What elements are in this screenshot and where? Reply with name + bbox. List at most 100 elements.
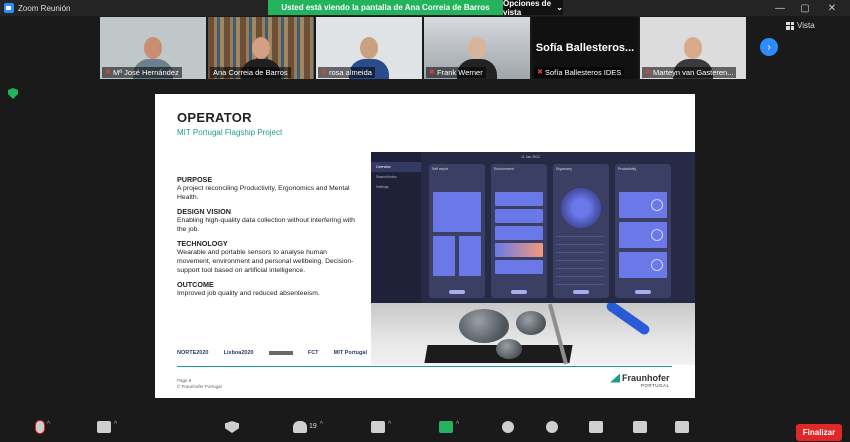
start-video-button[interactable]: ^ [90,417,124,442]
fraunhofer-name: Fraunhofer [622,373,670,383]
dashboard-column-environment: Environment [491,164,547,298]
slide-footer: Page 8 © Fraunhofer Portugal [177,378,222,390]
microphone-muted-icon [35,421,44,433]
whiteboard-icon [633,421,647,433]
chevron-up-icon[interactable]: ^ [114,421,117,428]
mic-muted-icon: ✖ [645,69,651,76]
slide-sections: PURPOSE A project reconciling Productivi… [177,170,362,298]
logo-mit-portugal: MIT Portugal [333,350,367,356]
chevron-up-icon[interactable]: ^ [456,421,459,428]
unmute-button[interactable]: ^ [26,417,60,442]
participant-tile[interactable]: ✖ rosa almeida [316,17,422,79]
section-body: Wearable and portable sensors to analyse… [177,249,354,274]
participant-tile[interactable]: ✖ Marteyn van Gasteren... [640,17,746,79]
dashboard-date: 11 Jan 2021 [521,155,541,159]
participant-name: Mª José Hernández [113,68,179,77]
section-heading: TECHNOLOGY [177,239,228,248]
screen-share-banner: Usted está viendo la pantalla de Ana Cor… [268,0,503,15]
section-body: A project reconciling Productivity, Ergo… [177,185,350,201]
apps-button[interactable] [586,417,606,442]
dashboard-screenshot: Overview Search/Index Settings 11 Jan 20… [371,152,695,303]
copyright: © Fraunhofer Portugal [177,384,222,389]
record-button[interactable] [498,417,518,442]
video-camera-icon [96,421,111,433]
chevron-right-icon[interactable]: › [760,38,778,56]
mic-muted-icon: ✖ [537,69,543,76]
dashboard-column-title: Self report [432,167,449,171]
dashboard-nav-item: Search/Index [376,175,397,179]
slide-title: OPERATOR [177,110,252,125]
reactions-icon [546,421,558,433]
section-heading: OUTCOME [177,280,214,289]
chevron-down-icon: ⌄ [556,3,563,12]
end-meeting-button[interactable]: Finalizar [796,424,842,441]
share-screen-icon [438,421,453,433]
chat-button[interactable]: ^ [364,417,398,442]
fraunhofer-mark-icon [610,373,620,383]
dashboard-nav-item: Overview [371,162,421,172]
window-title: Zoom Reunión [18,3,71,13]
participant-nameplate: ✖ Marteyn van Gasteren... [642,67,737,78]
dashboard-column-self-report: Self report [429,164,485,298]
grid-icon [786,21,794,30]
slide-subtitle: MIT Portugal Flagship Project [177,128,283,137]
view-options-label: Opciones de vista [503,0,552,17]
section-body: Enabling high-quality data collection wi… [177,217,355,233]
participant-tile[interactable]: ✖ Frank Werner [424,17,530,79]
dashboard-column-title: Ergonomy [556,167,572,171]
whiteboard-button[interactable] [630,417,650,442]
fraunhofer-country: PORTUGAL [640,383,670,388]
mic-muted-icon: ✖ [429,69,435,76]
participant-nameplate: ✖ Frank Werner [426,67,486,78]
participant-tile[interactable]: Sofía Ballesteros... ✖ Sofía Ballesteros… [532,17,638,79]
chevron-up-icon[interactable]: ^ [388,421,391,428]
participants-button[interactable]: 19 ^ [288,417,328,442]
participant-name: Marteyn van Gasteren... [653,68,734,77]
shared-screen-slide: OPERATOR MIT Portugal Flagship Project P… [155,94,695,398]
view-options-button[interactable]: Opciones de vista ⌄ [503,0,563,17]
sensor-devices-photo [371,303,695,365]
chevron-up-icon[interactable]: ^ [47,421,50,428]
participant-gallery: ✖ Mª José Hernández Ana Correia de Barro… [100,17,746,79]
view-button-label: Vista [797,21,815,30]
more-icon [675,421,689,433]
participant-nameplate: ✖ Mª José Hernández [102,67,182,78]
view-button[interactable]: Vista [786,21,815,30]
section-body: Improved job quality and reduced absente… [177,290,320,297]
participant-nameplate: Ana Correia de Barros [210,67,291,78]
meeting-toolbar: ^ ^ 19 ^ ^ ^ [0,417,850,442]
minimize-button[interactable]: — [768,0,792,16]
dashboard-column-productivity: Productivity [615,164,671,298]
slide-divider [177,366,672,367]
dashboard-nav-item: Settings [376,185,389,189]
record-icon [502,421,514,433]
close-button[interactable]: ✕ [820,0,844,16]
participant-name: rosa almeida [329,68,372,77]
security-icon [225,421,239,433]
section-heading: DESIGN VISION [177,207,231,216]
participant-nameplate: ✖ Sofía Ballesteros IDES [534,67,625,78]
section-heading: PURPOSE [177,175,213,184]
funding-logos: NORTE2020 Lisboa2020 FCT MIT Portugal [177,350,367,356]
participant-name: Frank Werner [437,68,483,77]
chevron-up-icon[interactable]: ^ [320,421,323,428]
maximize-button[interactable]: ▢ [793,0,817,16]
participants-count: 19 [308,423,317,430]
participant-nameplate: ✖ rosa almeida [318,67,375,78]
security-button[interactable] [222,417,242,442]
reactions-button[interactable] [542,417,562,442]
participant-tile[interactable]: ✖ Mª José Hernández [100,17,206,79]
dashboard-column-ergonomy: Ergonomy [553,164,609,298]
logo-norte2020: NORTE2020 [177,350,209,356]
participant-tile-active-speaker[interactable]: Ana Correia de Barros [208,17,314,79]
more-button[interactable] [672,417,692,442]
zoom-icon [4,3,14,13]
security-shield-icon[interactable] [8,88,18,99]
dashboard-column-title: Productivity [618,167,637,171]
eu-flag-logo [268,351,293,355]
participants-icon [292,421,307,433]
fraunhofer-logo: Fraunhofer PORTUGAL [610,373,670,388]
dashboard-column-title: Environment [494,167,514,171]
share-screen-button[interactable]: ^ [432,417,466,442]
mic-muted-icon: ✖ [321,69,327,76]
